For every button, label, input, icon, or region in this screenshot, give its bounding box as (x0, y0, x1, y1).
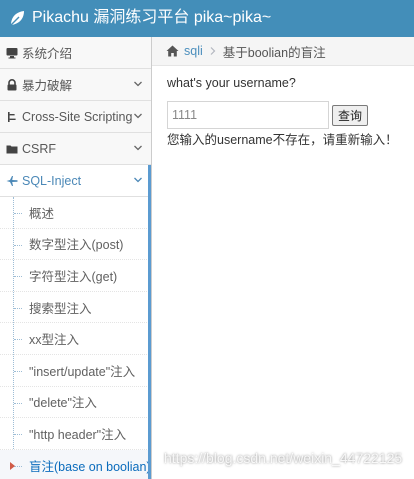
username-input[interactable] (167, 101, 329, 129)
submenu-item-insert-update[interactable]: "insert/update"注入 (0, 355, 151, 387)
sidebar-item-xss[interactable]: Cross-Site Scripting (0, 101, 151, 133)
sidebar-item-label: Cross-Site Scripting (22, 109, 133, 124)
leaf-icon (10, 11, 24, 26)
submenu-item-label: 数字型注入(post) (29, 238, 124, 253)
sidebar-item-brute-force[interactable]: 暴力破解 (0, 69, 151, 101)
chevron-down-icon (134, 177, 142, 183)
breadcrumb-current: 基于boolian的盲注 (222, 45, 326, 60)
submenu-item-xx[interactable]: xx型注入 (0, 323, 151, 355)
submenu-item-label: "insert/update"注入 (29, 364, 136, 379)
brand[interactable]: Pikachu 漏洞练习平台 pika~pika~ (8, 8, 271, 28)
chevron-right-icon (210, 47, 216, 55)
chevron-down-icon (134, 145, 142, 151)
sidebar-scroll-edge (148, 165, 151, 479)
submenu-item-search[interactable]: 搜索型注入 (0, 292, 151, 324)
chevron-down-icon (134, 81, 142, 87)
submenu-item-label: "http header"注入 (29, 427, 127, 442)
sidebar-item-label: CSRF (22, 141, 57, 156)
submenu-item-overview[interactable]: 概述 (0, 197, 151, 229)
desktop-icon (6, 47, 18, 58)
sql-inject-submenu: 概述 数字型注入(post) 字符型注入(get) 搜索型注入 xx型注入 "i… (0, 197, 151, 479)
sidebar-item-label: 系统介绍 (22, 47, 73, 61)
submenu-item-blind-boolean[interactable]: 盲注(base on boolian) (0, 449, 151, 479)
submit-button[interactable]: 查询 (332, 105, 368, 126)
submenu-item-label: 概述 (29, 206, 55, 221)
plane-icon (6, 175, 18, 186)
submenu-item-label: 盲注(base on boolian) (29, 459, 151, 474)
lock-icon (7, 78, 17, 90)
sidebar-item-csrf[interactable]: CSRF (0, 133, 151, 165)
sidebar-item-intro[interactable]: 系统介绍 (0, 37, 151, 69)
username-prompt: what's your username? (167, 76, 296, 90)
sidebar-item-label: 暴力破解 (22, 79, 73, 93)
sidebar-item-label: SQL-Inject (22, 173, 82, 188)
submenu-item-delete[interactable]: "delete"注入 (0, 387, 151, 419)
submenu-item-label: xx型注入 (29, 333, 80, 348)
home-icon[interactable] (166, 45, 179, 57)
sidebar: 系统介绍 暴力破解 Cross-Site Scripting CSRF SQL-… (0, 37, 152, 479)
code-fork-icon (8, 111, 16, 122)
folder-icon (6, 145, 18, 153)
top-navbar: Pikachu 漏洞练习平台 pika~pika~ (0, 0, 414, 37)
submenu-item-label: "delete"注入 (29, 396, 97, 411)
result-message: 您输入的username不存在，请重新输入！ (167, 133, 398, 147)
chevron-down-icon (134, 113, 142, 119)
breadcrumb: sqli 基于boolian的盲注 (152, 37, 414, 66)
watermark: https://blog.csdn.net/weixin_44722125 (164, 450, 403, 466)
sidebar-item-sql-inject[interactable]: SQL-Inject (0, 165, 151, 197)
breadcrumb-link-sqli[interactable]: sqli (184, 44, 203, 58)
submenu-item-label: 搜索型注入 (29, 301, 92, 316)
app-title: Pikachu 漏洞练习平台 pika~pika~ (32, 9, 272, 26)
submenu-item-numeric-post[interactable]: 数字型注入(post) (0, 229, 151, 261)
submenu-item-label: 字符型注入(get) (29, 269, 118, 284)
submenu-item-string-get[interactable]: 字符型注入(get) (0, 260, 151, 292)
submenu-item-http-header[interactable]: "http header"注入 (0, 418, 151, 450)
